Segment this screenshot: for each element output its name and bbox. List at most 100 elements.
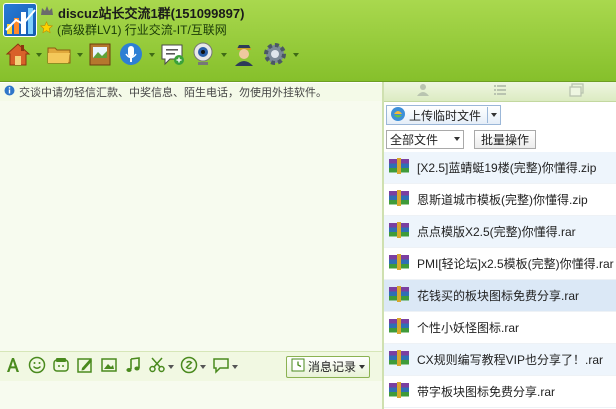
upload-row: 上传临时文件	[384, 102, 616, 128]
rar-archive-icon	[388, 317, 410, 338]
smiley-icon	[28, 356, 46, 377]
video-button[interactable]	[189, 40, 227, 70]
file-name: 恩斯道城市模板(完整)你懂得.zip	[417, 193, 588, 207]
font-button[interactable]	[4, 356, 22, 378]
album-button[interactable]	[86, 40, 114, 70]
chat-bubble-icon	[212, 356, 230, 377]
rar-archive-icon	[388, 349, 410, 370]
user-icon	[415, 83, 431, 100]
star-icon	[39, 21, 54, 37]
gear-icon	[261, 40, 289, 71]
send-options-button[interactable]	[212, 356, 238, 378]
admin-icon	[230, 40, 258, 71]
info-icon	[4, 85, 15, 99]
window-icon	[569, 83, 585, 100]
file-name: CX规则编写教程VIP也分享了！.rar	[417, 353, 604, 367]
group-share-panel: 上传临时文件 全部文件 批量操作 [X2.5]蓝蜻蜓19楼(完整)你懂得.zip…	[384, 82, 616, 409]
magic-face-icon	[52, 356, 70, 377]
split-divider	[487, 107, 489, 123]
home-button[interactable]	[4, 40, 42, 70]
magic-emoji-button[interactable]	[52, 356, 70, 378]
voice-button[interactable]	[117, 40, 155, 70]
gift-button[interactable]	[180, 356, 206, 378]
file-name: 个性小妖怪图标.rar	[417, 321, 520, 335]
upload-icon	[390, 106, 406, 125]
music-note-icon	[124, 356, 142, 377]
chevron-down-icon[interactable]	[491, 113, 498, 117]
main-toolbar	[0, 38, 400, 72]
share-folder-button[interactable]	[45, 40, 83, 70]
chevron-down-icon	[221, 53, 227, 57]
doodle-button[interactable]	[76, 356, 94, 378]
rar-archive-icon	[388, 285, 410, 306]
chevron-down-icon	[293, 53, 299, 57]
safety-notice: 交谈中请勿轻信汇款、中奖信息、陌生电话，勿使用外挂软件。	[0, 83, 382, 101]
microphone-icon	[117, 40, 145, 71]
file-item[interactable]: [X2.5]蓝蜻蜓19楼(完整)你懂得.zip	[384, 152, 616, 184]
emoji-button[interactable]	[28, 356, 46, 378]
chevron-down-icon	[232, 364, 238, 369]
message-add-icon	[158, 40, 186, 71]
window-header: discuz站长交流1群(151099897) (高级群LV1) 行业交流-IT…	[0, 0, 616, 82]
shared-file-list: [X2.5]蓝蜻蜓19楼(完整)你懂得.zip 恩斯道城市模板(完整)你懂得.z…	[384, 152, 616, 408]
group-title: discuz站长交流1群(151099897)	[58, 5, 245, 21]
input-toolbar: 消息记录	[0, 351, 382, 381]
upload-temp-file-button[interactable]: 上传临时文件	[386, 105, 502, 125]
side-tabs	[384, 82, 616, 102]
upload-label: 上传临时文件	[409, 108, 482, 123]
message-input[interactable]	[0, 381, 382, 409]
group-subtitle: (高级群LV1) 行业交流-IT/互联网	[57, 22, 227, 37]
clock-icon	[291, 358, 305, 375]
rar-archive-icon	[388, 157, 410, 178]
album-icon	[86, 40, 114, 71]
coin-icon	[180, 356, 198, 377]
bulk-actions-button[interactable]: 批量操作	[474, 129, 537, 149]
rar-archive-icon	[388, 253, 410, 274]
rar-archive-icon	[388, 189, 410, 210]
rar-archive-icon	[388, 381, 410, 402]
history-label: 消息记录	[307, 360, 356, 374]
chevron-down-icon	[168, 364, 174, 369]
group-avatar[interactable]	[3, 3, 37, 37]
edit-icon	[76, 356, 94, 377]
list-icon	[492, 83, 508, 100]
tab-members[interactable]	[384, 82, 461, 101]
file-item[interactable]: 带字板块图标免费分享.rar	[384, 376, 616, 408]
file-name: PMI[轻论坛]x2.5模板(完整)你懂得.rar	[417, 257, 614, 271]
chat-message-area[interactable]	[0, 101, 382, 351]
admin-button[interactable]	[230, 40, 258, 70]
chevron-down-icon	[454, 137, 460, 141]
chevron-down-icon	[200, 364, 206, 369]
chevron-down-icon	[36, 53, 42, 57]
image-icon	[100, 356, 118, 377]
file-name: 带字板块图标免费分享.rar	[417, 385, 556, 399]
file-name: 点点模版X2.5(完整)你懂得.rar	[417, 225, 576, 239]
home-icon	[4, 40, 32, 71]
file-item[interactable]: CX规则编写教程VIP也分享了！.rar	[384, 344, 616, 376]
file-item[interactable]: 花钱买的板块图标免费分享.rar	[384, 280, 616, 312]
tab-list[interactable]	[461, 82, 538, 101]
file-item[interactable]: 点点模版X2.5(完整)你懂得.rar	[384, 216, 616, 248]
send-image-button[interactable]	[100, 356, 118, 378]
music-button[interactable]	[124, 356, 142, 378]
settings-button[interactable]	[261, 40, 299, 70]
chevron-down-icon	[149, 53, 155, 57]
screenshot-button[interactable]	[148, 356, 174, 378]
tab-files[interactable]	[539, 82, 616, 101]
chevron-down-icon	[359, 364, 365, 369]
rar-archive-icon	[388, 221, 410, 242]
file-item[interactable]: 恩斯道城市模板(完整)你懂得.zip	[384, 184, 616, 216]
file-name: 花钱买的板块图标免费分享.rar	[417, 289, 580, 303]
filter-row: 全部文件 批量操作	[384, 128, 616, 150]
file-item[interactable]: 个性小妖怪图标.rar	[384, 312, 616, 344]
webcam-icon	[189, 40, 217, 71]
file-name: [X2.5]蓝蜻蜓19楼(完整)你懂得.zip	[417, 161, 597, 175]
chevron-down-icon	[77, 53, 83, 57]
message-history-button[interactable]: 消息记录	[285, 355, 370, 378]
file-item[interactable]: PMI[轻论坛]x2.5模板(完整)你懂得.rar	[384, 248, 616, 280]
subtitle-row: (高级群LV1) 行业交流-IT/互联网	[39, 21, 227, 37]
font-icon	[4, 356, 22, 377]
filter-selected-value: 全部文件	[390, 132, 439, 147]
new-message-button[interactable]	[158, 40, 186, 70]
file-filter-select[interactable]: 全部文件	[386, 129, 464, 149]
